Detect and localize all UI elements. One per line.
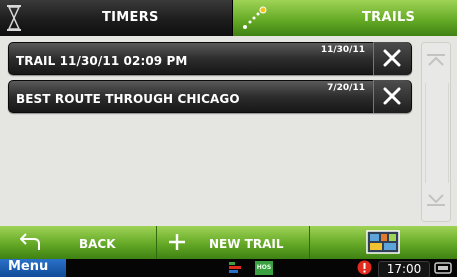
tab-timers[interactable]: TIMERS	[0, 0, 233, 36]
plus-icon	[169, 234, 185, 250]
delete-trail-button[interactable]	[373, 80, 411, 113]
map-button[interactable]	[310, 226, 457, 259]
back-arrow-icon	[20, 233, 40, 250]
close-icon	[383, 49, 401, 67]
trail-row[interactable]: TRAIL 11/30/11 02:09 PM 11/30/11	[8, 42, 412, 75]
map-icon	[366, 230, 400, 254]
tab-trails[interactable]: TRAILS	[233, 0, 457, 36]
hos-badge[interactable]: HOS	[255, 261, 273, 275]
delete-trail-button[interactable]	[373, 42, 411, 75]
trail-path-icon	[243, 6, 267, 29]
trail-name: TRAIL 11/30/11 02:09 PM	[16, 54, 188, 68]
tab-timers-label: TIMERS	[102, 10, 159, 25]
device-icon[interactable]	[434, 261, 452, 275]
back-button-label: BACK	[79, 237, 116, 251]
scrollbar[interactable]	[421, 42, 451, 222]
tab-trails-label: TRAILS	[362, 10, 416, 25]
alert-icon[interactable]	[357, 260, 372, 275]
hours-bar-icon[interactable]	[228, 261, 246, 275]
chevron-down-icon[interactable]	[426, 193, 446, 207]
action-bar: BACK NEW TRAIL	[0, 226, 457, 259]
trails-screen: TIMERS TRAILS TRAIL 11/30/11 02:09 PM 11…	[0, 0, 457, 277]
trail-date: 11/30/11	[320, 45, 365, 55]
trail-date: 7/20/11	[327, 83, 365, 93]
menu-button[interactable]: Menu	[0, 259, 66, 277]
trail-row[interactable]: BEST ROUTE THROUGH CHICAGO 7/20/11	[8, 80, 412, 113]
hourglass-icon	[7, 5, 21, 31]
menu-button-label: Menu	[8, 259, 49, 274]
scroll-track[interactable]	[425, 83, 449, 183]
status-bar: Menu HOS 17:00	[0, 259, 457, 277]
new-trail-button[interactable]: NEW TRAIL	[157, 226, 310, 259]
tab-bar: TIMERS TRAILS	[0, 0, 457, 36]
back-button[interactable]: BACK	[6, 226, 157, 259]
chevron-up-icon[interactable]	[426, 53, 446, 67]
new-trail-button-label: NEW TRAIL	[209, 237, 284, 251]
clock: 17:00	[378, 261, 430, 277]
close-icon	[383, 87, 401, 105]
trail-name: BEST ROUTE THROUGH CHICAGO	[16, 92, 240, 106]
trail-list: TRAIL 11/30/11 02:09 PM 11/30/11 BEST RO…	[8, 42, 412, 222]
